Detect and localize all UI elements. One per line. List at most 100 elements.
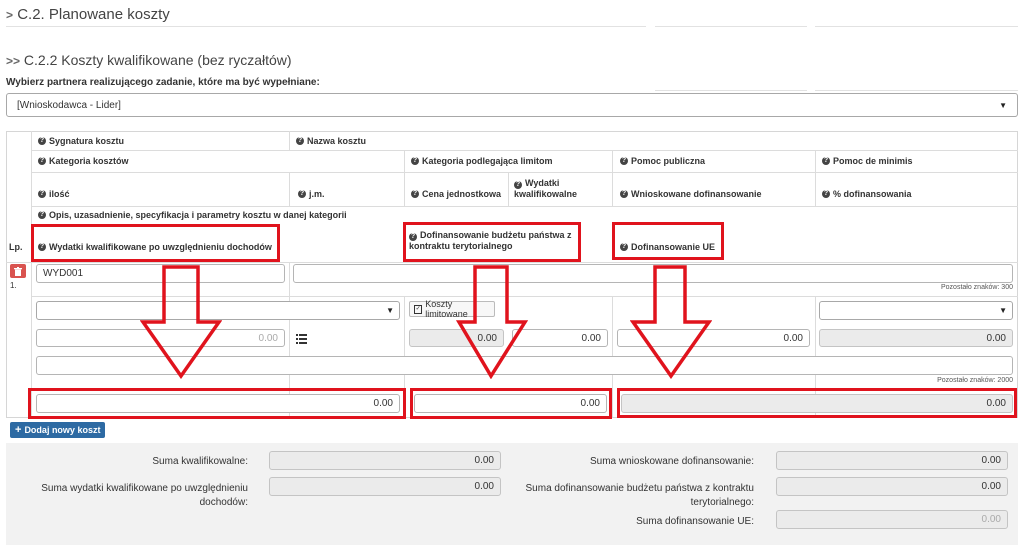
divider [655,90,807,91]
sum-kwalifikowalne-field: 0.00 [269,451,501,470]
header-nazwa: ? Nazwa kosztu [296,136,366,146]
sum-budzet-field: 0.00 [776,477,1008,496]
header-jm: ? j.m. [298,189,325,199]
sum-kwalifikowalne-value: 0.00 [474,455,494,466]
header-ilosc: ? ilość [38,189,70,199]
list-icon [296,334,307,344]
header-row-line [31,172,1018,173]
lp-column-divider [31,131,32,418]
trash-icon [14,266,22,276]
caret-down-icon: ▼ [999,306,1007,315]
row-number: 1. [10,281,17,290]
help-icon: ? [822,157,830,165]
header-wnioskowane: ? Wnioskowane dofinansowanie [620,189,762,199]
highlight-box-budzet-field [410,388,612,419]
sum-wnioskowane-field: 0.00 [776,451,1008,470]
sum-wnioskowane-label: Suma wnioskowane dofinansowanie: [590,456,754,467]
header-pomoc-publiczna: ? Pomoc publiczna [620,156,705,166]
header-procent: ?% dofinansowania [822,189,912,199]
section-c2-label: C.2. Planowane koszty [17,6,170,23]
section-c22-title[interactable]: >> C.2.2 Koszty kwalifikowane (bez rycza… [6,52,292,68]
sum-budzet-label-1: Suma dofinansowanie budżetu państwa z ko… [525,483,754,494]
sum-wnioskowane-value: 0.00 [981,455,1001,466]
chevron-right-icon: > [6,8,14,22]
highlight-box-wydatki-header [31,224,280,262]
header-kategoria: ? Kategoria kosztów [38,156,129,166]
header-wydatki-kw-label-1: Wydatki [525,178,560,188]
wydatki-value: 0.00 [581,332,601,344]
add-cost-label: Dodaj nowy koszt [24,425,101,435]
header-pomoc-de-minimis: ? Pomoc de minimis [822,156,913,166]
divider [815,90,1018,91]
sum-po-dochodach-field: 0.00 [269,477,501,496]
help-icon: ? [38,137,46,145]
help-icon: ? [514,181,522,189]
header-pomoc-de-minimis-label: Pomoc de minimis [833,156,913,166]
partner-select[interactable]: [Wnioskodawca - Lider] ▼ [6,93,1018,117]
help-icon: ? [296,137,304,145]
header-procent-label: % dofinansowania [833,189,912,199]
help-icon: ? [38,190,46,198]
header-sygnatura: ? Sygnatura kosztu [38,136,124,146]
sum-po-dochodach-label-1: Suma wydatki kwalifikowane po uwzględnie… [41,483,248,494]
header-row-line [6,262,1018,263]
partner-label: Wybierz partnera realizującego zadanie, … [6,77,320,88]
highlight-box-ue-header [612,222,724,260]
sum-ue-field: 0.00 [776,510,1008,529]
header-col-line [612,150,613,206]
jm-list-button[interactable] [296,331,308,344]
sum-budzet-label-2: terytorialnego: [690,497,754,508]
header-kategoria-limit: ? Kategoria podlegająca limitom [411,156,553,166]
sum-po-dochodach-label: Suma wydatki kwalifikowane po uwzględnie… [20,482,248,510]
down-arrow-annotation-2 [456,265,528,379]
delete-row-button[interactable] [10,264,26,278]
header-lp: Lp. [9,242,23,252]
header-kategoria-label: Kategoria kosztów [49,156,129,166]
header-row-line [31,206,1018,207]
help-icon: ? [38,157,46,165]
header-col-line [289,131,290,150]
divider [655,26,807,27]
help-icon: ? [411,157,419,165]
ilosc-value: 0.00 [258,332,278,344]
header-ilosc-label: ilość [49,189,70,199]
header-col-line [815,150,816,206]
header-pomoc-publiczna-label: Pomoc publiczna [631,156,706,166]
header-cena: ? Cena jednostkowa [411,189,501,199]
remaining-chars-name: Pozostało znaków: 300 [941,284,1013,291]
procent-input[interactable]: 0.00 [819,329,1013,347]
section-c2-title[interactable]: > C.2. Planowane koszty [6,6,170,23]
sum-kwalifikowalne-label: Suma kwalifikowalne: [152,456,248,467]
down-arrow-annotation-3 [630,265,712,379]
divider [6,26,646,27]
caret-down-icon: ▼ [386,306,394,315]
pomoc-de-minimis-select[interactable]: ▼ [819,301,1013,320]
sygnatura-value: WYD001 [43,268,84,279]
header-col-line [508,172,509,206]
procent-value: 0.00 [986,332,1006,344]
chevron-right-icon: >> [6,54,21,68]
help-icon: ? [822,190,830,198]
header-col-line [404,150,405,206]
caret-down-icon: ▼ [999,100,1007,110]
sum-budzet-label: Suma dofinansowanie budżetu państwa z ko… [510,482,754,510]
down-arrow-annotation-1 [140,265,222,379]
header-col-line [289,172,290,206]
checkbox-icon: ✓ [414,304,423,314]
sum-po-dochodach-label-2: dochodów: [199,497,248,508]
header-wydatki-kw-label-2: kwalifikowalne [514,189,578,199]
header-nazwa-label: Nazwa kosztu [307,136,367,146]
highlight-box-budzet-header [403,222,581,262]
header-wydatki-kw: ? Wydatki kwalifikowalne [514,178,577,200]
header-kategoria-limit-label: Kategoria podlegająca limitom [422,156,553,166]
remaining-chars-opis: Pozostało znaków: 2000 [937,377,1013,384]
section-c22-label: C.2.2 Koszty kwalifikowane (bez ryczałtó… [23,52,292,68]
header-cena-label: Cena jednostkowa [422,189,502,199]
highlight-box-wydatki-field [28,388,406,419]
header-opis: ? Opis, uzasadnienie, specyfikacja i para… [38,210,347,220]
plus-icon: + [15,424,22,436]
help-icon: ? [298,190,306,198]
add-cost-button[interactable]: + Dodaj nowy koszt [10,422,106,438]
sum-ue-label: Suma dofinansowanie UE: [636,516,754,527]
wnioskowane-value: 0.00 [783,332,803,344]
